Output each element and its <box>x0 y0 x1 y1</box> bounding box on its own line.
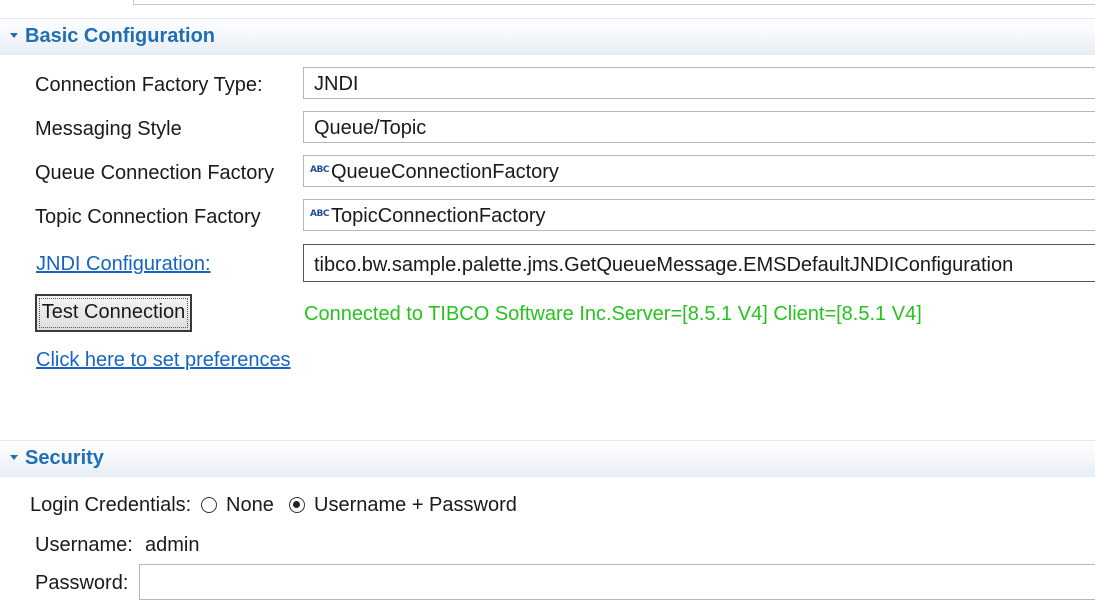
queue-cf-label: Queue Connection Factory <box>35 162 275 184</box>
username-value[interactable]: admin <box>145 534 199 557</box>
queue-cf-value: QueueConnectionFactory <box>331 161 559 183</box>
set-preferences-link[interactable]: Click here to set preferences <box>36 349 291 372</box>
radio-username-password-label[interactable]: Username + Password <box>314 494 517 517</box>
jndi-configuration-link[interactable]: JNDI Configuration: <box>36 253 211 276</box>
security-header[interactable]: Security <box>0 440 1095 477</box>
username-label: Username: <box>35 534 133 556</box>
topic-cf-field[interactable]: ABC TopicConnectionFactory <box>303 199 1095 231</box>
cf-type-value: JNDI <box>314 73 359 95</box>
radio-username-password[interactable] <box>289 497 305 513</box>
jndi-configuration-value: tibco.bw.sample.palette.jms.GetQueueMess… <box>314 254 1014 276</box>
section-title: Security <box>25 447 104 469</box>
messaging-style-field[interactable]: Queue/Topic <box>303 111 1095 143</box>
password-field[interactable] <box>139 564 1095 600</box>
basic-configuration-header[interactable]: Basic Configuration <box>0 18 1095 55</box>
collapse-icon[interactable] <box>10 455 18 460</box>
abc-string-icon: ABC <box>310 209 329 219</box>
abc-string-icon: ABC <box>310 165 329 175</box>
cf-type-label: Connection Factory Type: <box>35 74 263 96</box>
topic-cf-label: Topic Connection Factory <box>35 206 261 228</box>
collapse-icon[interactable] <box>10 33 18 38</box>
section-title: Basic Configuration <box>25 25 216 47</box>
test-connection-button[interactable]: Test Connection <box>35 294 192 332</box>
topic-cf-value: TopicConnectionFactory <box>331 205 546 227</box>
cf-type-field[interactable]: JNDI <box>303 67 1095 99</box>
radio-none-label[interactable]: None <box>226 494 274 517</box>
previous-field-edge <box>133 0 1095 5</box>
messaging-style-label: Messaging Style <box>35 118 182 140</box>
focus-ring <box>39 298 188 328</box>
login-credentials-label: Login Credentials: <box>30 494 192 516</box>
radio-none[interactable] <box>201 497 217 513</box>
connection-status: Connected to TIBCO Software Inc.Server=[… <box>304 303 922 325</box>
queue-cf-field[interactable]: ABC QueueConnectionFactory <box>303 155 1095 187</box>
password-label: Password: <box>35 572 129 594</box>
messaging-style-value: Queue/Topic <box>314 117 427 139</box>
jndi-configuration-field[interactable]: tibco.bw.sample.palette.jms.GetQueueMess… <box>303 244 1095 282</box>
